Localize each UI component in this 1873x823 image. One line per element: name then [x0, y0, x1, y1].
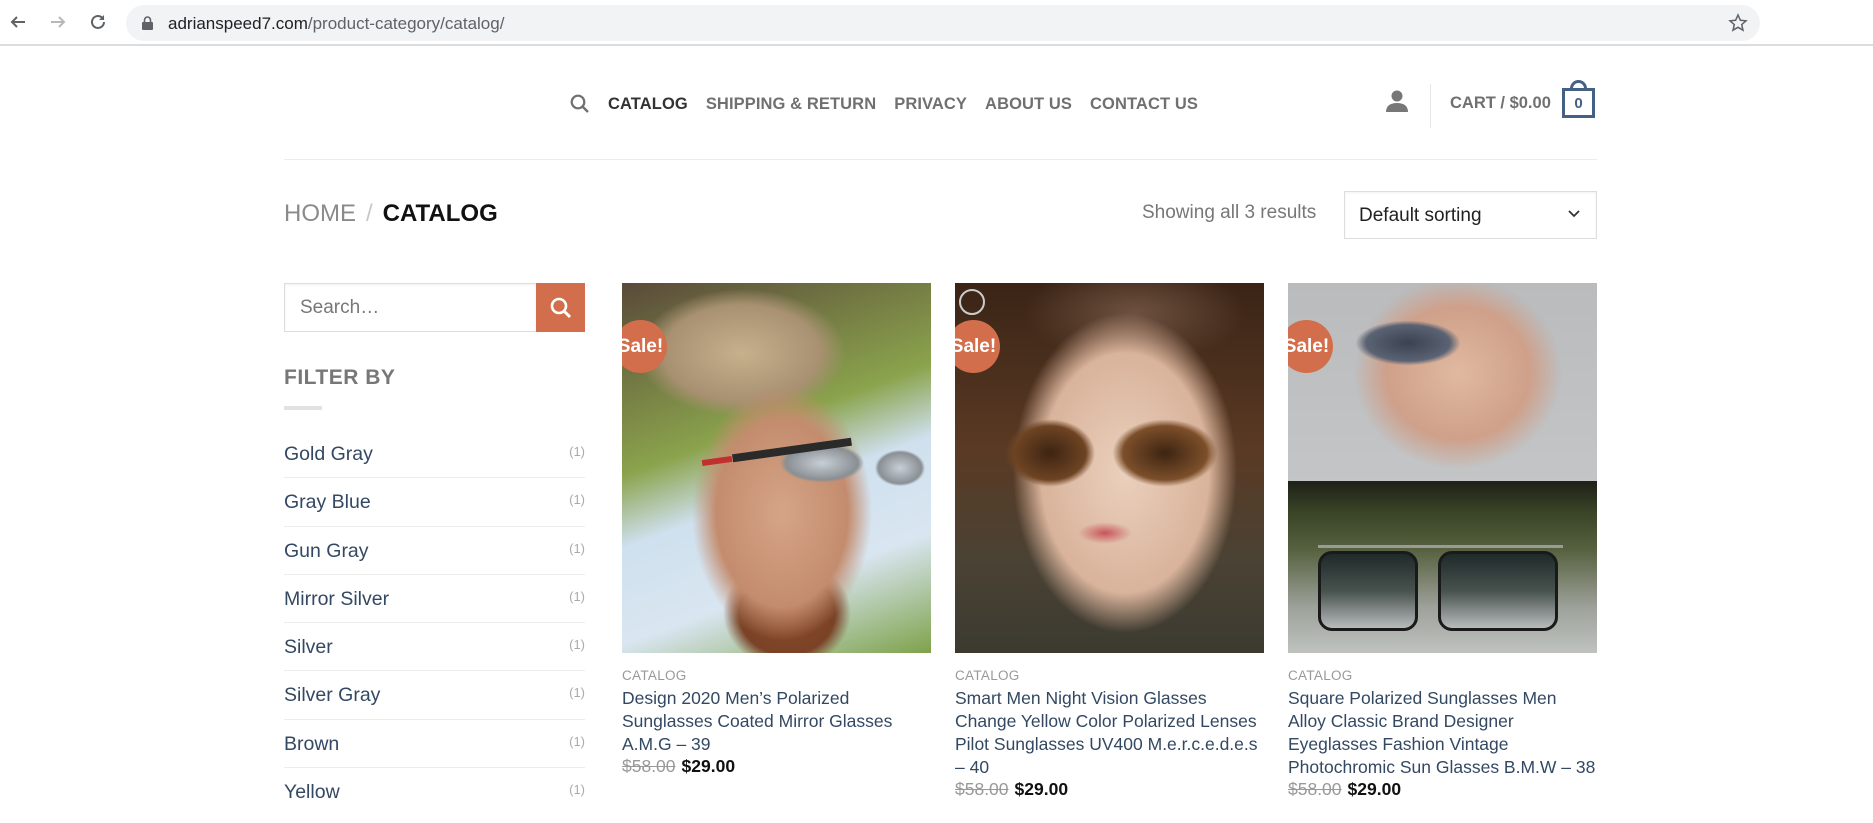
sort-select[interactable]: Default sorting	[1344, 191, 1597, 239]
product-category: CATALOG	[1288, 668, 1353, 683]
product-image[interactable]: Sale!	[1288, 283, 1597, 653]
filter-name[interactable]: Mirror Silver	[284, 588, 389, 611]
brand-logo-icon	[959, 289, 985, 315]
breadcrumb: HOME / CATALOG	[284, 200, 498, 228]
chevron-down-icon	[1568, 210, 1580, 218]
product-title[interactable]: Square Polarized Sunglasses Men Alloy Cl…	[1288, 687, 1597, 779]
filter-title: FILTER BY	[284, 366, 396, 389]
glasses-lens-left	[1318, 551, 1418, 631]
filter-count: (1)	[569, 637, 585, 653]
filter-item[interactable]: Yellow (1)	[284, 768, 585, 816]
product-price: $58.00 $29.00	[955, 779, 1264, 800]
filter-name[interactable]: Yellow	[284, 781, 340, 804]
browser-toolbar: adrianspeed7.com/product-category/catalo…	[0, 0, 1873, 46]
breadcrumb-separator: /	[366, 200, 373, 227]
reload-button[interactable]	[86, 10, 110, 34]
filter-item[interactable]: Brown (1)	[284, 720, 585, 769]
filter-name[interactable]: Silver	[284, 636, 333, 659]
filter-item[interactable]: Silver (1)	[284, 623, 585, 672]
cart-bag-icon[interactable]: 0	[1562, 80, 1595, 118]
main-nav: CATALOG SHIPPING & RETURN PRIVACY ABOUT …	[570, 94, 1216, 114]
results-count: Showing all 3 results	[1142, 202, 1317, 223]
filter-count: (1)	[569, 492, 585, 508]
glasses-lens-right	[1438, 551, 1558, 631]
search-input[interactable]	[284, 283, 536, 332]
site-header: CATALOG SHIPPING & RETURN PRIVACY ABOUT …	[284, 46, 1597, 160]
nav-privacy[interactable]: PRIVACY	[894, 95, 967, 114]
address-bar[interactable]: adrianspeed7.com/product-category/catalo…	[126, 5, 1760, 41]
account-user-icon[interactable]	[1386, 90, 1408, 117]
back-button[interactable]	[6, 10, 30, 34]
header-search-icon[interactable]	[570, 94, 590, 114]
filter-name[interactable]: Gun Gray	[284, 540, 369, 563]
filter-name[interactable]: Silver Gray	[284, 684, 380, 707]
filter-count: (1)	[569, 540, 585, 556]
forward-button[interactable]	[46, 10, 70, 34]
breadcrumb-home[interactable]: HOME	[284, 200, 356, 227]
product-card: Sale! CATALOG Smart Men Night Vision Gla…	[955, 283, 1264, 800]
filter-name[interactable]: Gold Gray	[284, 443, 373, 466]
product-price: $58.00 $29.00	[622, 756, 931, 777]
glasses-temple-accent	[701, 455, 733, 467]
url-text: adrianspeed7.com/product-category/catalo…	[168, 14, 504, 34]
lock-icon	[142, 16, 153, 30]
product-price: $58.00 $29.00	[1288, 779, 1597, 800]
forward-arrow-icon	[51, 16, 66, 28]
filter-list: Gold Gray (1) Gray Blue (1) Gun Gray (1) Mi…	[284, 430, 585, 816]
glasses-bridge	[1318, 545, 1563, 548]
nav-shipping-return[interactable]: SHIPPING & RETURN	[706, 95, 876, 114]
product-card: Sale! CATALOG Design 2020 Men’s Polarize…	[622, 283, 931, 777]
bookmark-star-icon[interactable]	[1728, 13, 1748, 33]
nav-about-us[interactable]: ABOUT US	[985, 95, 1072, 114]
url-path: /product-category/catalog/	[307, 14, 505, 33]
filter-count: (1)	[569, 685, 585, 701]
sale-price: $29.00	[681, 756, 736, 776]
search-icon	[550, 297, 571, 318]
sort-selected-value: Default sorting	[1359, 205, 1482, 226]
breadcrumb-current: CATALOG	[382, 200, 498, 227]
glasses-frame	[732, 437, 852, 463]
image-split-line	[1288, 481, 1597, 482]
cart-count: 0	[1562, 88, 1595, 118]
sale-price: $29.00	[1014, 779, 1069, 799]
product-title[interactable]: Design 2020 Men’s Polarized Sunglasses C…	[622, 687, 931, 756]
product-title[interactable]: Smart Men Night Vision Glasses Change Ye…	[955, 687, 1264, 779]
product-image[interactable]: Sale!	[955, 283, 1264, 653]
sale-badge: Sale!	[955, 320, 1000, 373]
cart-link[interactable]: CART / $0.00	[1450, 94, 1551, 113]
filter-item[interactable]: Gun Gray (1)	[284, 527, 585, 575]
url-domain: adrianspeed7.com	[168, 14, 308, 33]
filter-count: (1)	[569, 444, 585, 459]
original-price: $58.00	[955, 779, 1009, 799]
product-search	[284, 283, 585, 332]
filter-count: (1)	[569, 733, 585, 749]
filter-item[interactable]: Gray Blue (1)	[284, 478, 585, 527]
filter-count: (1)	[569, 782, 585, 798]
search-submit-button[interactable]	[536, 283, 585, 332]
sale-badge: Sale!	[1288, 320, 1333, 373]
sale-badge: Sale!	[622, 320, 667, 373]
filter-item[interactable]: Gold Gray (1)	[284, 430, 585, 479]
product-image[interactable]: Sale!	[622, 283, 931, 653]
product-category: CATALOG	[622, 668, 687, 683]
product-category: CATALOG	[955, 668, 1020, 683]
nav-catalog[interactable]: CATALOG	[608, 95, 688, 114]
original-price: $58.00	[1288, 779, 1342, 799]
filter-name[interactable]: Brown	[284, 733, 339, 756]
reload-icon	[91, 14, 105, 29]
back-arrow-icon	[10, 16, 25, 28]
header-divider	[1430, 84, 1431, 128]
nav-contact-us[interactable]: CONTACT US	[1090, 95, 1198, 114]
filter-name[interactable]: Gray Blue	[284, 491, 371, 514]
product-card: Sale! CATALOG Square Polarized Sunglasse…	[1288, 283, 1597, 800]
sale-price: $29.00	[1347, 779, 1402, 799]
original-price: $58.00	[622, 756, 676, 776]
filter-item[interactable]: Mirror Silver (1)	[284, 575, 585, 624]
filter-title-underline	[284, 406, 322, 410]
filter-count: (1)	[569, 588, 585, 604]
filter-item[interactable]: Silver Gray (1)	[284, 671, 585, 720]
